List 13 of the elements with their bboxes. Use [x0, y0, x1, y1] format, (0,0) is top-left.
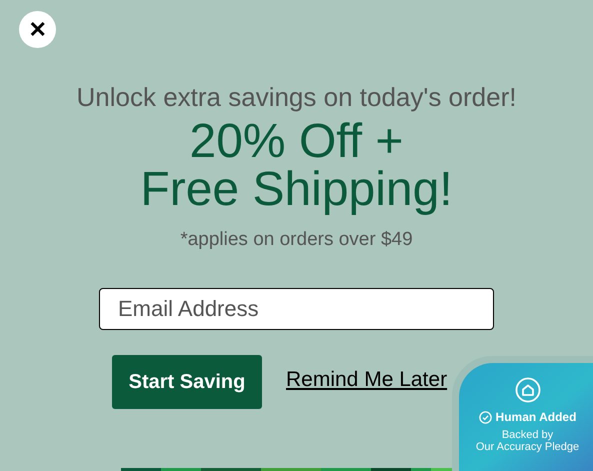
badge-text: Backed by	[502, 429, 554, 441]
remind-me-later-link[interactable]: Remind Me Later	[286, 364, 448, 396]
check-circle-icon	[478, 410, 492, 424]
offer-note: *applies on orders over $49	[180, 228, 413, 252]
badge-title: Human Added	[496, 410, 576, 424]
subtitle: Unlock extra savings on today's order!	[76, 82, 516, 112]
badge-text: Our Accuracy Pledge	[476, 441, 580, 453]
offer-headline: 20% Off +	[190, 118, 404, 166]
email-field[interactable]: Email Address	[99, 288, 494, 330]
home-icon	[514, 377, 540, 403]
start-saving-button[interactable]: Start Saving	[112, 355, 262, 409]
offer-headline: Free Shipping!	[140, 166, 453, 214]
close-button[interactable]: ✕	[19, 11, 56, 48]
